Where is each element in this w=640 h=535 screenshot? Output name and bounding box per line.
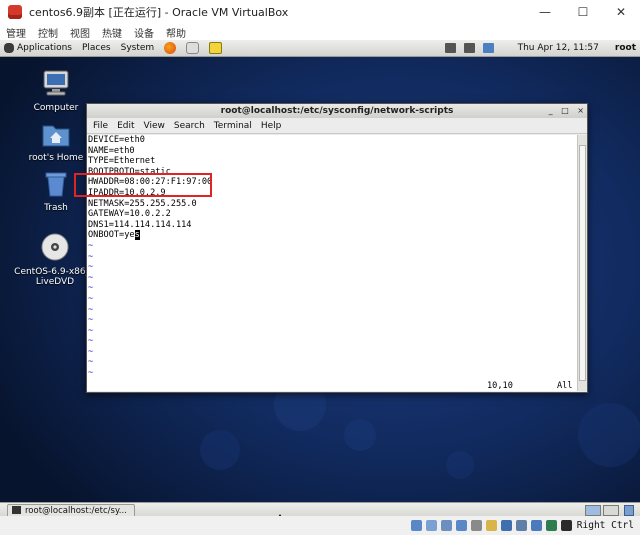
vim-empty-line: ~ [88, 368, 94, 379]
virtualbox-icon [8, 5, 22, 19]
menu-manage[interactable]: 管理 [6, 25, 26, 40]
onboot-text: ONBOOT=ye [88, 230, 135, 241]
menu-edit[interactable]: Edit [117, 121, 134, 131]
terminal-menu-bar: File Edit View Search Terminal Help [87, 118, 587, 134]
terminal-window[interactable]: root@localhost:/etc/sysconfig/network-sc… [86, 103, 588, 393]
terminal-title: root@localhost:/etc/sysconfig/network-sc… [220, 106, 454, 116]
workspace-1[interactable] [585, 505, 601, 516]
terminal-close-button[interactable]: × [577, 106, 584, 115]
text-cursor: s [134, 230, 140, 241]
notes-icon[interactable] [209, 42, 223, 54]
menu-search[interactable]: Search [174, 121, 205, 131]
vim-empty-line: ~ [88, 293, 94, 304]
menu-view[interactable]: 视图 [70, 25, 90, 40]
audio-icon[interactable] [440, 520, 452, 531]
recording-icon[interactable] [515, 520, 527, 531]
vbox-title-bar: centos6.9副本 [正在运行] - Oracle VM VirtualBo… [0, 0, 640, 24]
config-line: GATEWAY=10.0.2.2 [88, 209, 171, 220]
hdd-icon[interactable] [410, 520, 422, 531]
config-line: TYPE=Ethernet [88, 156, 156, 167]
vim-empty-line: ~ [88, 325, 94, 336]
applications-menu[interactable]: Applications [17, 43, 72, 53]
cpu-icon[interactable] [530, 520, 542, 531]
menu-control[interactable]: 控制 [38, 25, 58, 40]
volume-icon[interactable] [444, 43, 456, 53]
keyboard-icon[interactable] [560, 520, 572, 531]
vim-empty-line: ~ [88, 346, 94, 357]
config-line-onboot: ONBOOT=yes [87, 230, 577, 241]
trash-icon [45, 172, 67, 197]
vbox-status-bar: Right Ctrl [0, 516, 640, 535]
display-icon[interactable] [482, 43, 494, 53]
vim-empty-line: ~ [88, 357, 94, 368]
menu-devices[interactable]: 设备 [134, 25, 154, 40]
network-adapter-icon[interactable] [455, 520, 467, 531]
cursor-position: 10,10 [487, 381, 513, 391]
taskbar-label: root@localhost:/etc/sy... [25, 506, 127, 516]
vim-empty-line: ~ [88, 315, 94, 326]
gnome-foot-icon[interactable] [4, 43, 14, 53]
dvd-icon [41, 233, 69, 261]
config-line: DEVICE=eth0 [88, 135, 145, 145]
vbox-menu-bar: 管理 控制 视图 热键 设备 帮助 [0, 24, 640, 40]
workspace-2[interactable] [603, 505, 619, 516]
minimize-button[interactable]: — [526, 0, 564, 24]
config-line: NAME=eth0 [88, 145, 135, 156]
vim-empty-line: ~ [88, 283, 94, 294]
terminal-scrollbar[interactable] [577, 135, 587, 391]
scroll-indicator: All [557, 381, 573, 391]
firefox-icon[interactable] [164, 42, 177, 54]
menu-hotkeys[interactable]: 热键 [102, 25, 122, 40]
shared-folder-icon[interactable] [485, 520, 497, 531]
maximize-button[interactable]: ☐ [564, 0, 602, 24]
vim-empty-line: ~ [88, 272, 94, 283]
menu-terminal[interactable]: Terminal [214, 121, 252, 131]
terminal-title-bar[interactable]: root@localhost:/etc/sysconfig/network-sc… [87, 104, 587, 118]
vim-empty-line: ~ [88, 240, 94, 251]
desktop-icon-computer[interactable]: Computer [16, 68, 96, 113]
vim-empty-line: ~ [88, 304, 94, 315]
highlight-box [74, 173, 212, 197]
vim-empty-line: ~ [88, 262, 94, 273]
menu-file[interactable]: File [93, 121, 108, 131]
gnome-top-panel: Applications Places System Thu Apr 12, 1… [0, 40, 640, 57]
network-icon[interactable] [463, 43, 475, 53]
close-button[interactable]: ✕ [602, 0, 640, 24]
email-icon[interactable] [186, 42, 200, 54]
mouse-integration-icon[interactable] [545, 520, 557, 531]
host-key-label: Right Ctrl [576, 520, 634, 531]
config-line: DNS1=114.114.114.114 [88, 219, 192, 230]
display-icon[interactable] [500, 520, 512, 531]
optical-drive-icon[interactable] [425, 520, 437, 531]
computer-icon [43, 70, 69, 96]
guest-display[interactable]: Applications Places System Thu Apr 12, 1… [0, 40, 640, 535]
desktop-icon-label: root's Home [28, 153, 84, 163]
home-folder-icon [42, 125, 70, 147]
system-menu[interactable]: System [121, 43, 155, 53]
vim-empty-line: ~ [88, 336, 94, 347]
window-title: centos6.9副本 [正在运行] - Oracle VM VirtualBo… [29, 6, 289, 19]
desktop-icon-label: Computer [33, 103, 79, 113]
menu-view[interactable]: View [144, 121, 165, 131]
vim-status-line: 10,10 All [87, 381, 577, 391]
terminal-icon [12, 506, 21, 514]
menu-help[interactable]: Help [261, 121, 282, 131]
clock[interactable]: Thu Apr 12, 11:57 [518, 43, 599, 53]
desktop-icon-home[interactable]: root's Home [16, 120, 96, 163]
desktop-icon-label: Trash [44, 203, 68, 213]
config-line: NETMASK=255.255.255.0 [88, 198, 197, 209]
terminal-maximize-button[interactable]: □ [561, 106, 569, 115]
usb-icon[interactable] [470, 520, 482, 531]
scrollbar-thumb[interactable] [579, 145, 586, 381]
places-menu[interactable]: Places [82, 43, 111, 53]
terminal-minimize-button[interactable]: _ [549, 106, 553, 115]
user-menu[interactable]: root [615, 43, 636, 53]
trash-applet-icon[interactable] [624, 505, 634, 516]
menu-help[interactable]: 帮助 [166, 25, 186, 40]
vim-empty-line: ~ [88, 251, 94, 262]
